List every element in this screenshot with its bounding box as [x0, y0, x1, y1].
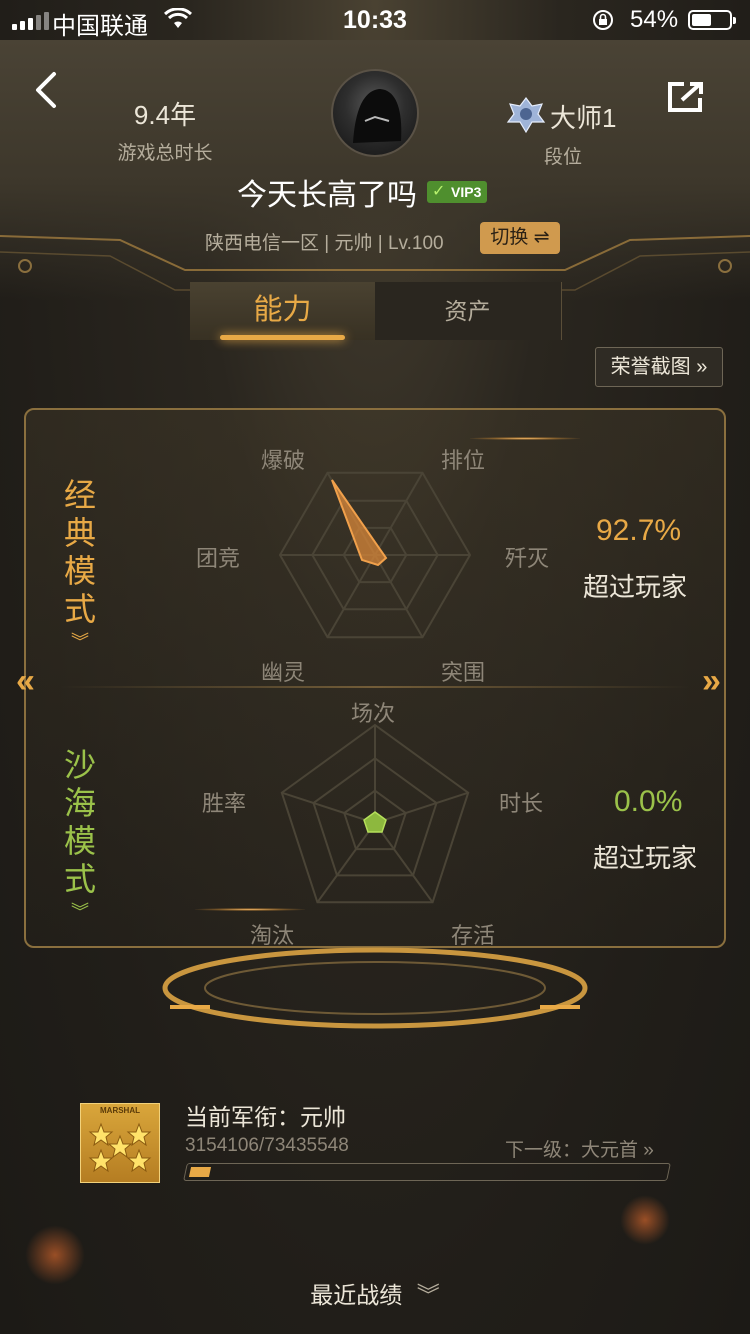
- desert-mode-title[interactable]: 沙 海 模 式: [60, 746, 100, 898]
- desert-expand-icon[interactable]: ︾: [60, 898, 100, 924]
- nickname-row: 今天长高了吗 VIP3: [237, 170, 488, 214]
- desert-percent-label: 超过玩家: [593, 843, 698, 873]
- radar-axis-line: [374, 822, 434, 903]
- recent-record-label: 最近战绩: [310, 1282, 403, 1308]
- prev-arrow-icon[interactable]: «: [16, 662, 35, 701]
- classic-title-char: 经: [63, 477, 96, 513]
- back-button[interactable]: [30, 70, 60, 115]
- honor-screenshot-button[interactable]: 荣誉截图 »: [595, 347, 723, 387]
- axis-ranked: 排位: [441, 448, 486, 473]
- axis-annihilation: 歼灭: [505, 546, 550, 571]
- rank-exp: 3154106/73435548: [185, 1135, 349, 1156]
- rank-name: 大师1: [550, 103, 617, 133]
- tab-ability-label: 能力: [253, 294, 312, 326]
- mode-divider: [60, 686, 690, 688]
- tab-ability[interactable]: 能力: [190, 282, 375, 340]
- desert-radar-shape: [363, 811, 387, 833]
- desert-title-char: 沙: [63, 747, 96, 783]
- play-time-label: 游戏总时长: [117, 143, 213, 164]
- battery-icon: [688, 10, 736, 30]
- switch-button[interactable]: 切换 ⇌: [480, 222, 560, 254]
- axis-breakout: 突围: [441, 660, 486, 685]
- ember-decoration: [620, 1195, 670, 1245]
- rank-badge-icon: [506, 96, 546, 139]
- next-arrow-icon[interactable]: »: [702, 662, 721, 701]
- status-bar: 中国联通 10:33 54%: [0, 0, 750, 40]
- rotation-lock-icon: [592, 9, 614, 38]
- classic-expand-icon[interactable]: ︾: [60, 628, 100, 654]
- classic-title-char: 典: [63, 515, 96, 551]
- battery-percent: 54%: [630, 6, 679, 33]
- rank-progress-bar: [183, 1163, 671, 1181]
- avatar[interactable]: [331, 69, 419, 157]
- play-time-value: 9.4年: [133, 100, 197, 130]
- classic-title-char: 式: [63, 591, 96, 627]
- server-info: 陕西电信一区 | 元帅 | Lv.100: [205, 233, 444, 254]
- panel-glow-top: [470, 437, 580, 440]
- classic-title-char: 模: [63, 553, 96, 589]
- axis-matches: 场次: [351, 701, 396, 726]
- share-button[interactable]: [666, 80, 706, 119]
- chevron-down-icon: ︾: [416, 1282, 440, 1308]
- axis-ghost: 幽灵: [261, 660, 306, 685]
- desert-title-char: 式: [63, 861, 96, 897]
- radar-axis-line: [374, 791, 469, 824]
- classic-percent-label: 超过玩家: [583, 572, 688, 602]
- rank-progress-fill: [188, 1167, 212, 1177]
- desert-radar: [280, 723, 470, 904]
- vip-badge: VIP3: [427, 181, 488, 203]
- desert-title-char: 海: [63, 785, 96, 821]
- next-rank-link[interactable]: 下一级：大元首 »: [505, 1135, 654, 1162]
- desert-title-char: 模: [63, 823, 96, 859]
- rank-insignia-image: MARSHAL: [80, 1103, 160, 1183]
- radar-axis-line: [281, 791, 376, 824]
- classic-radar-shape: [331, 479, 388, 567]
- recent-record-button[interactable]: 最近战绩 ︾: [0, 1276, 750, 1310]
- axis-duration: 时长: [499, 791, 544, 816]
- axis-blasting: 爆破: [261, 448, 306, 473]
- desert-percent: 0.0%: [614, 785, 683, 818]
- classic-percent: 92.7%: [596, 514, 682, 547]
- axis-team: 团竞: [196, 546, 241, 571]
- current-rank-title: 当前军衔：元帅: [185, 1104, 346, 1130]
- insignia-label: MARSHAL: [100, 1106, 140, 1115]
- nickname: 今天长高了吗: [237, 179, 417, 212]
- tab-assets[interactable]: 资产: [375, 282, 560, 340]
- axis-winrate: 胜率: [202, 791, 247, 816]
- pedestal-ring: [162, 947, 588, 1029]
- classic-radar: [278, 471, 472, 639]
- classic-mode-title[interactable]: 经 典 模 式: [60, 476, 100, 628]
- radar-axis-line: [316, 822, 376, 903]
- rank-label: 段位: [543, 147, 582, 168]
